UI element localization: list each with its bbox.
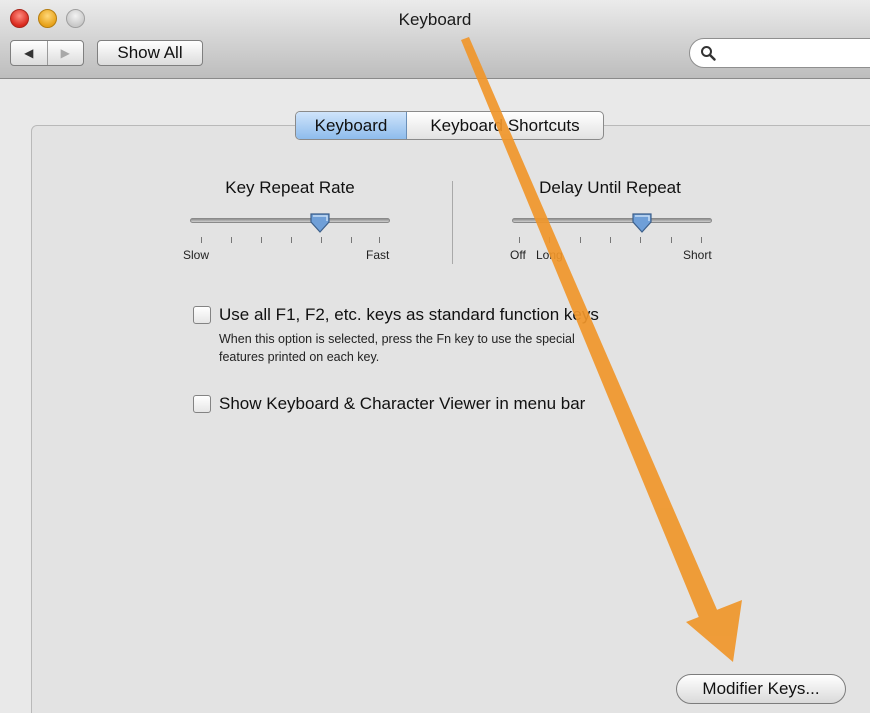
key-repeat-rate-title: Key Repeat Rate (225, 178, 355, 197)
delay-long-label: Long (536, 248, 563, 262)
function-keys-description: When this option is selected, press the … (219, 330, 699, 366)
search-field[interactable] (689, 38, 870, 68)
function-keys-description-line2: features printed on each key. (219, 350, 380, 364)
delay-until-repeat-track[interactable] (512, 218, 712, 223)
slider-tick (610, 237, 611, 243)
slider-tick (231, 237, 232, 243)
slider-tick (261, 237, 262, 243)
title-toolbar: Keyboard ◀ ▶ Show All (0, 0, 870, 79)
slider-tick (549, 237, 550, 243)
show-keyboard-viewer-label: Show Keyboard & Character Viewer in menu… (219, 394, 586, 413)
slider-tick (701, 237, 702, 243)
key-repeat-rate-track[interactable] (190, 218, 390, 223)
delay-short-label: Short (683, 248, 712, 262)
show-keyboard-viewer-checkbox[interactable] (193, 395, 211, 413)
tab-bar: Keyboard Keyboard Shortcuts (295, 111, 604, 140)
tab-keyboard[interactable]: Keyboard (296, 112, 407, 139)
slider-tick (291, 237, 292, 243)
show-all-button[interactable]: Show All (97, 40, 203, 66)
magnifier-icon (701, 46, 716, 61)
back-forward-control: ◀ ▶ (10, 40, 84, 66)
function-keys-checkbox[interactable] (193, 306, 211, 324)
delay-until-repeat-thumb[interactable] (631, 212, 653, 234)
slider-tick (201, 237, 202, 243)
slider-divider (452, 181, 453, 264)
modifier-keys-button[interactable]: Modifier Keys... (676, 674, 846, 704)
window-title: Keyboard (398, 10, 472, 29)
delay-off-label: Off (510, 248, 526, 262)
keyboard-preferences-window: Keyboard ◀ ▶ Show All Keyboard Keyboard … (0, 0, 870, 713)
slider-tick (580, 237, 581, 243)
function-keys-description-line1: When this option is selected, press the … (219, 332, 575, 346)
back-arrow-icon[interactable]: ◀ (11, 41, 47, 65)
key-repeat-fast-label: Fast (366, 248, 390, 262)
settings-panel (31, 125, 870, 713)
slider-tick (640, 237, 641, 243)
key-repeat-rate-thumb[interactable] (309, 212, 331, 234)
slider-tick (379, 237, 380, 243)
forward-arrow-icon[interactable]: ▶ (46, 41, 84, 65)
delay-until-repeat-title: Delay Until Repeat (539, 178, 681, 197)
key-repeat-slow-label: Slow (183, 248, 210, 262)
slider-tick (671, 237, 672, 243)
tab-keyboard-shortcuts[interactable]: Keyboard Shortcuts (407, 112, 603, 139)
function-keys-label: Use all F1, F2, etc. keys as standard fu… (219, 305, 599, 324)
slider-tick (321, 237, 322, 243)
slider-tick (519, 237, 520, 243)
slider-tick (351, 237, 352, 243)
